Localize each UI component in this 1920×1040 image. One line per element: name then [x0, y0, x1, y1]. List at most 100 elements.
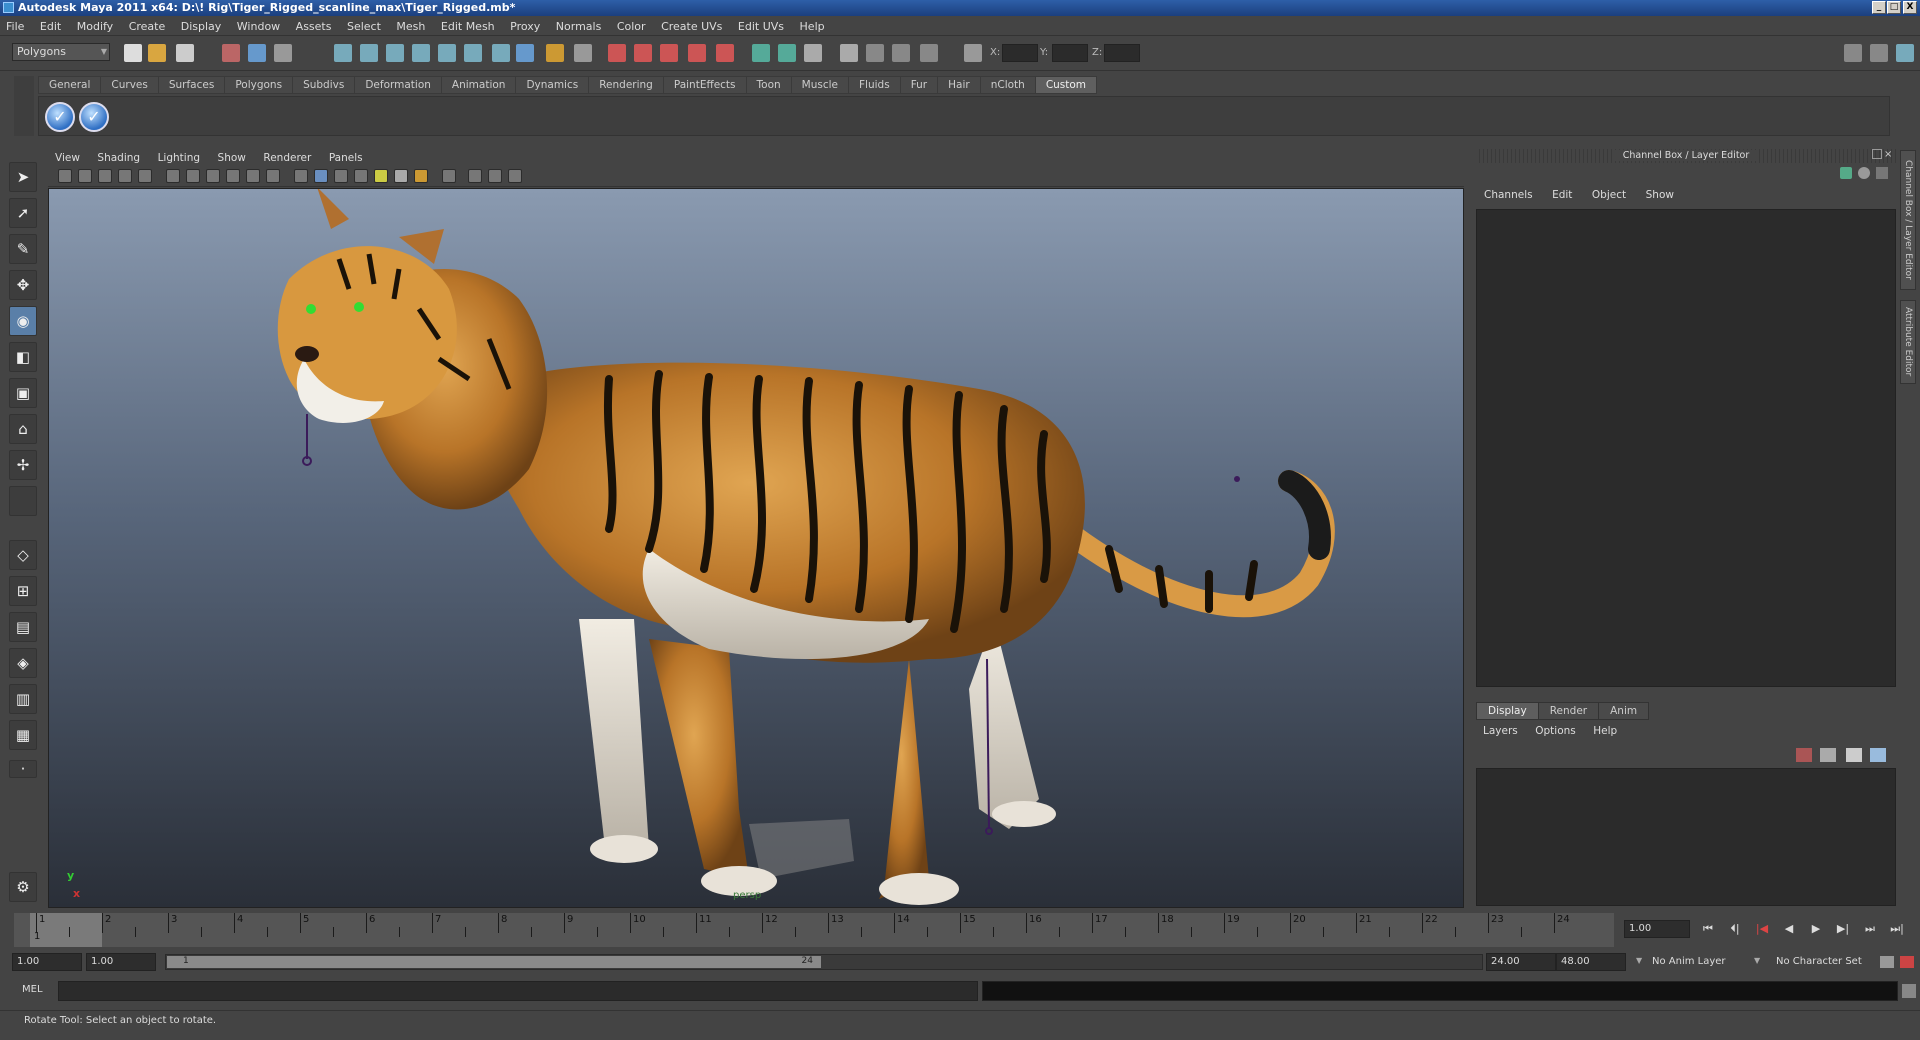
- toggle-channel-box-icon[interactable]: [1896, 44, 1914, 62]
- anim-layer-chevron-icon[interactable]: ▼: [1636, 956, 1642, 965]
- step-forward-key-icon[interactable]: ⏭: [1860, 920, 1880, 938]
- x-coordinate-field[interactable]: [1002, 44, 1038, 62]
- persp-outliner-layout-icon[interactable]: ▤: [9, 612, 37, 642]
- float-panel-icon[interactable]: [1872, 149, 1882, 159]
- image-plane-icon[interactable]: [118, 169, 132, 183]
- rotate-tool-icon[interactable]: ◉: [9, 306, 37, 336]
- step-back-frame-icon[interactable]: |◀: [1752, 920, 1772, 938]
- shelf-tab-fur[interactable]: Fur: [899, 76, 939, 94]
- persp-graph-hypergraph-layout-icon[interactable]: ▦: [9, 720, 37, 750]
- command-language-label[interactable]: MEL: [22, 984, 43, 995]
- channel-list-area[interactable]: [1476, 209, 1896, 687]
- anim-layer-dropdown[interactable]: No Anim Layer: [1646, 953, 1764, 971]
- camera-attributes-icon[interactable]: [78, 169, 92, 183]
- z-coordinate-field[interactable]: [1104, 44, 1140, 62]
- layers-menu[interactable]: Layers: [1476, 723, 1525, 739]
- isolate-select-icon[interactable]: [442, 169, 456, 183]
- shelf-tab-dynamics[interactable]: Dynamics: [515, 76, 590, 94]
- viewport-menu-view[interactable]: View: [48, 149, 87, 167]
- smooth-shade-icon[interactable]: [314, 169, 328, 183]
- film-gate-icon[interactable]: [186, 169, 200, 183]
- shelf-tab-fluids[interactable]: Fluids: [848, 76, 901, 94]
- snap-curve-icon[interactable]: [360, 44, 378, 62]
- grid-icon[interactable]: [166, 169, 180, 183]
- play-forwards-icon[interactable]: ▶: [1806, 920, 1826, 938]
- sidebar-toggle-icon[interactable]: [752, 44, 770, 62]
- field-chart-icon[interactable]: [246, 169, 260, 183]
- toggle-attribute-panel-icon[interactable]: [1844, 44, 1862, 62]
- layout-options-icon[interactable]: ·: [9, 760, 37, 778]
- shelf-tab-animation[interactable]: Animation: [440, 76, 517, 94]
- custom-shelf-button-1[interactable]: ✓: [45, 102, 75, 132]
- menu-modify[interactable]: Modify: [71, 17, 119, 36]
- perspective-viewport[interactable]: y x persp: [48, 188, 1464, 908]
- step-back-key-icon[interactable]: ⏴|: [1725, 920, 1745, 938]
- shelf-tab-general[interactable]: General: [38, 76, 102, 94]
- transform-mode-icon[interactable]: [964, 44, 982, 62]
- input-ops-icon[interactable]: [574, 44, 592, 62]
- character-set-dropdown[interactable]: No Character Set: [1770, 953, 1886, 971]
- viewport-menu-shading[interactable]: Shading: [90, 149, 147, 167]
- open-scene-icon[interactable]: [148, 44, 166, 62]
- toggle-tool-settings-icon[interactable]: [1870, 44, 1888, 62]
- layer-tab-render[interactable]: Render: [1537, 702, 1600, 720]
- outliner-icon[interactable]: [866, 44, 884, 62]
- snap-surface-icon[interactable]: [438, 44, 456, 62]
- menu-proxy[interactable]: Proxy: [504, 17, 546, 36]
- y-coordinate-field[interactable]: [1052, 44, 1088, 62]
- shelf-tab-surfaces[interactable]: Surfaces: [157, 76, 226, 94]
- shadows-icon[interactable]: [394, 169, 408, 183]
- menu-file[interactable]: File: [0, 17, 30, 36]
- layer-list-area[interactable]: [1476, 768, 1896, 906]
- shelf-tab-subdivs[interactable]: Subdivs: [292, 76, 356, 94]
- layer-tab-display[interactable]: Display: [1476, 702, 1539, 720]
- channel-box-icon[interactable]: [1840, 167, 1852, 179]
- close-panel-icon[interactable]: ×: [1884, 149, 1892, 160]
- paint-select-tool-icon[interactable]: ✎: [9, 234, 37, 264]
- go-to-start-icon[interactable]: ⏮: [1698, 920, 1718, 938]
- hypergraph-icon[interactable]: [892, 44, 910, 62]
- menu-mesh[interactable]: Mesh: [390, 17, 431, 36]
- scale-tool-icon[interactable]: ◧: [9, 342, 37, 372]
- pin-icon[interactable]: [1876, 167, 1888, 179]
- shelf-tab-toon[interactable]: Toon: [745, 76, 792, 94]
- persp-graph-layout-icon[interactable]: ◈: [9, 648, 37, 678]
- anim-end-field[interactable]: 24.00: [1486, 953, 1556, 971]
- textured-icon[interactable]: [354, 169, 368, 183]
- attribute-editor-icon[interactable]: [920, 44, 938, 62]
- shelf-tab-custom[interactable]: Custom: [1034, 76, 1098, 94]
- menu-assets[interactable]: Assets: [290, 17, 338, 36]
- safe-action-icon[interactable]: [266, 169, 280, 183]
- snap-point-icon[interactable]: [386, 44, 404, 62]
- shelf-tab-rendering[interactable]: Rendering: [588, 76, 664, 94]
- use-default-lighting-icon[interactable]: [374, 169, 388, 183]
- snap-grid-icon[interactable]: [334, 44, 352, 62]
- wireframe-icon[interactable]: [294, 169, 308, 183]
- render-settings-icon[interactable]: [688, 44, 706, 62]
- auto-key-icon[interactable]: [1880, 956, 1894, 968]
- menu-edit-mesh[interactable]: Edit Mesh: [435, 17, 501, 36]
- play-backwards-icon[interactable]: ◀: [1779, 920, 1799, 938]
- show-manipulator-icon[interactable]: ✢: [9, 450, 37, 480]
- layer-tab-anim[interactable]: Anim: [1598, 702, 1650, 720]
- shelf-menu-handle[interactable]: [14, 76, 34, 136]
- layer-help-menu[interactable]: Help: [1586, 723, 1624, 739]
- shelf-tab-deformation[interactable]: Deformation: [354, 76, 442, 94]
- scene-end-field[interactable]: 48.00: [1556, 953, 1626, 971]
- select-component-icon[interactable]: [274, 44, 292, 62]
- move-layer-up-icon[interactable]: [1796, 748, 1812, 762]
- menu-color[interactable]: Color: [611, 17, 652, 36]
- save-scene-icon[interactable]: [176, 44, 194, 62]
- graph-editor-icon[interactable]: [840, 44, 858, 62]
- side-tab-channel-box[interactable]: Channel Box / Layer Editor: [1900, 150, 1916, 290]
- character-set-chevron-icon[interactable]: ▼: [1754, 956, 1760, 965]
- history-icon[interactable]: [608, 44, 626, 62]
- new-layer-selected-icon[interactable]: [1870, 748, 1886, 762]
- share-icon[interactable]: [508, 169, 522, 183]
- layout-toggle-icon[interactable]: [778, 44, 796, 62]
- clipboard-icon[interactable]: [804, 44, 822, 62]
- animation-preferences-icon[interactable]: [1900, 956, 1914, 968]
- soft-modification-icon[interactable]: ⌂: [9, 414, 37, 444]
- xray-joints-icon[interactable]: [488, 169, 502, 183]
- layer-options-menu[interactable]: Options: [1528, 723, 1583, 739]
